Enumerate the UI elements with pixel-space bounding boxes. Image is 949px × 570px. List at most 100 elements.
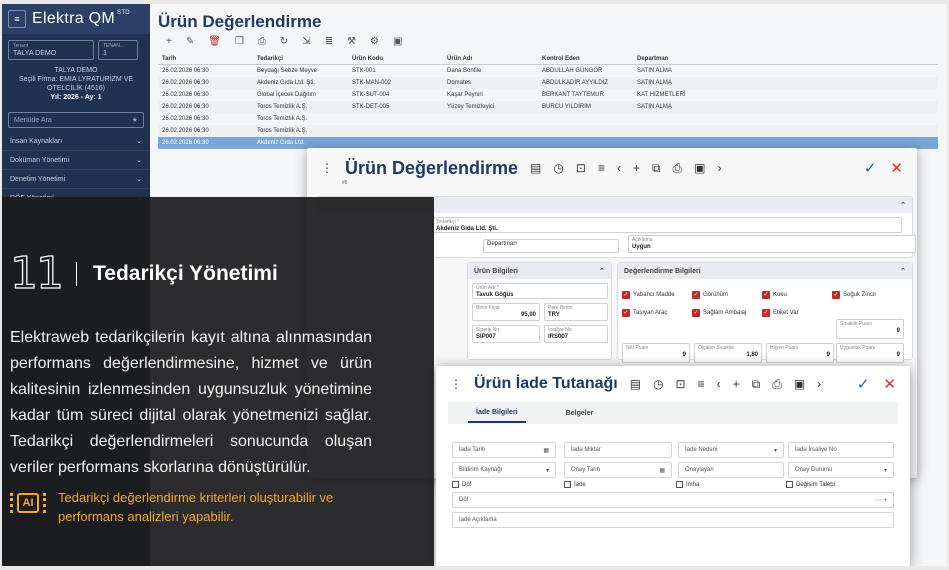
brand-logo: Elektra QM STD — [32, 10, 130, 27]
save-icon[interactable]: ▤ — [530, 161, 541, 175]
waybill-no-field[interactable]: İrsaliye No IRS007 — [544, 325, 608, 343]
tab-documents[interactable]: Belgeler — [566, 410, 594, 417]
history-icon[interactable]: ◷ — [653, 377, 663, 391]
tab-return-info[interactable]: İade Bilgileri — [468, 404, 526, 423]
save-disk-icon[interactable]: ▣ — [694, 161, 705, 175]
criteria-checkbox[interactable]: ✓ Etiket Var — [762, 309, 828, 317]
chevron-up-icon[interactable]: ⌃ — [900, 201, 906, 209]
save-disk-icon[interactable]: ▣ — [794, 377, 805, 391]
menu-icon[interactable]: ≡ — [598, 161, 605, 175]
notification-source-select[interactable]: Bildirim Kaynağı ▾ — [452, 462, 556, 478]
department-field[interactable]: Departman — [483, 239, 619, 253]
menu-toggle-icon[interactable]: ≡ — [8, 10, 26, 28]
criteria-checkbox[interactable]: ✓ Taşıyan Araç — [622, 309, 688, 317]
table-cell: Beydağı Sebze Meyve — [257, 68, 318, 74]
score-field[interactable]: Uygunluk Puanı 9 — [836, 343, 904, 363]
criteria-checkbox[interactable]: ✓ Sağlam Ambalaj — [692, 309, 758, 317]
expand-icon[interactable]: ⋯ + — [876, 497, 887, 504]
calendar-icon[interactable]: ▦ — [659, 467, 665, 474]
return-reason-select[interactable]: İade Nedeni ▾ — [678, 442, 784, 458]
refresh-icon[interactable]: ↻ — [280, 36, 288, 47]
menu-icon[interactable]: ≡ — [698, 377, 705, 391]
criteria-checkbox[interactable]: ✓ Yabancı Madde — [622, 291, 688, 299]
destroy-checkbox[interactable]: İmha — [676, 481, 699, 488]
delete-icon[interactable]: 🗑 — [208, 36, 221, 47]
score-field[interactable]: Ölçülen Sıcaklık 1,80 — [694, 343, 762, 363]
confirm-icon[interactable]: ✓ — [864, 159, 877, 177]
criteria-checkbox[interactable]: ✓ Koku — [762, 291, 828, 299]
lock-icon[interactable]: ⊡ — [676, 377, 686, 391]
copy-icon[interactable]: ⧉ — [752, 377, 761, 392]
add-icon[interactable]: + — [166, 36, 172, 47]
lock-icon[interactable]: ⊡ — [576, 161, 586, 175]
score-field[interactable]: Hijyen Puanı 9 — [766, 343, 834, 363]
edit-icon[interactable]: ✎ — [186, 36, 194, 47]
table-row[interactable]: 26.02.2026 06:30 Toros Temizlik A.Ş. STK-D… — [158, 101, 938, 113]
currency-field[interactable]: Para Birimi TRY — [544, 303, 608, 321]
dialog-header: ⋮ Ürün İade Tutanağı ▤ ◷ ⊡ ≡ ‹ + ⧉ ⎙ ▣ ›… — [436, 366, 910, 402]
sidebar-item-hr[interactable]: İnsan Kaynakları ⌄ — [2, 132, 150, 151]
export-icon[interactable]: ⇲ — [302, 36, 310, 47]
add-icon[interactable]: + — [633, 161, 640, 175]
prev-icon[interactable]: ‹ — [617, 161, 621, 175]
copy-icon[interactable]: ❐ — [235, 36, 244, 47]
table-row[interactable]: 26.02.2026 06:30 Toros Temizlik A.Ş. — [158, 125, 938, 137]
drag-handle-icon[interactable]: ⋮ — [450, 377, 462, 391]
return-waybill-field[interactable]: İade İrsaliye No — [788, 442, 894, 458]
print-icon[interactable]: ⎙ — [258, 36, 266, 47]
tenant-id-field[interactable]: TENAN... 1 — [98, 40, 138, 60]
approval-status-select[interactable]: Onay Durumu ▾ — [788, 462, 894, 478]
return-quantity-field[interactable]: İade Miktar — [564, 442, 672, 458]
save-icon[interactable]: ▤ — [630, 377, 641, 391]
dof-checkbox[interactable]: Döf — [452, 481, 471, 488]
score-field[interactable]: Sıcaklık Puanı 9 — [836, 319, 904, 339]
close-icon[interactable]: ✕ — [883, 375, 896, 393]
table-row[interactable]: 26.02.2026 06:30 Akdeniz Gıda Ltd. Şti. ST… — [158, 77, 938, 89]
score-field[interactable]: SKt Puanı 9 — [622, 343, 690, 363]
dof-field[interactable]: Döf ⋯ + — [452, 492, 894, 508]
menu-search-input[interactable]: Menüde Ara ★ — [8, 112, 144, 128]
list-icon[interactable]: ≣ — [325, 36, 333, 47]
return-date-field[interactable]: İade Tarih ▦ — [452, 442, 556, 458]
settings-icon[interactable]: ⚙ — [370, 36, 379, 47]
save-icon[interactable]: ▣ — [393, 36, 402, 47]
criteria-checkbox[interactable]: ✓ Görünüm — [692, 291, 758, 299]
exchange-request-checkbox[interactable]: Değişim Talebi — [786, 481, 835, 488]
chevron-up-icon[interactable]: ⌃ — [599, 267, 605, 275]
star-icon[interactable]: ★ — [132, 116, 138, 124]
table-row[interactable]: 26.02.2026 06:30 Toros Temizlik A.Ş. — [158, 113, 938, 125]
description-field[interactable]: Açıklama Uygun — [628, 235, 916, 253]
supplier-field[interactable]: Tedarikçi * Akdeniz Gıda Ltd. Şti. — [432, 217, 902, 233]
drag-handle-icon[interactable]: ⋮ — [321, 161, 333, 175]
print-icon[interactable]: ⎙ — [772, 377, 782, 392]
tools-icon[interactable]: ⚒ — [347, 36, 356, 47]
return-checkbox[interactable]: İade — [564, 481, 586, 488]
add-icon[interactable]: + — [733, 377, 740, 391]
prev-icon[interactable]: ‹ — [717, 377, 721, 391]
close-icon[interactable]: ✕ — [890, 159, 903, 177]
chevron-up-icon[interactable]: ⌃ — [900, 267, 906, 275]
divider — [76, 262, 77, 286]
calendar-icon[interactable]: ▦ — [543, 447, 549, 454]
sidebar-item-audit[interactable]: Denetim Yönetimi ⌄ — [2, 170, 150, 189]
table-row[interactable]: 26.02.2026 06:30 Global İçecek Dağıtım STK… — [158, 89, 938, 101]
dropdown-icon: ▾ — [545, 467, 549, 474]
sidebar-item-documents[interactable]: Doküman Yönetimi ⌄ — [2, 151, 150, 170]
table-cell: 26.02.2026 06:30 — [162, 140, 209, 146]
criteria-checkbox[interactable]: ✓ Soğuk Zincir — [832, 291, 898, 299]
confirm-icon[interactable]: ✓ — [857, 375, 870, 393]
product-name-field[interactable]: Ürün Adı * Tavuk Göğüs — [472, 283, 608, 299]
history-icon[interactable]: ◷ — [553, 161, 563, 175]
next-icon[interactable]: › — [718, 161, 722, 175]
copy-icon[interactable]: ⧉ — [652, 161, 661, 176]
approver-field[interactable]: Onaylayan — [678, 462, 784, 478]
next-icon[interactable]: › — [817, 377, 821, 391]
approval-date-field[interactable]: Onay Tarih ▦ — [564, 462, 672, 478]
return-description-field[interactable]: İade Açıklama — [452, 512, 894, 528]
print-icon[interactable]: ⎙ — [673, 161, 683, 176]
unit-price-field[interactable]: Birim Fiyat 95,00 — [472, 303, 540, 321]
order-no-field[interactable]: Sipariş No SIP007 — [472, 325, 540, 343]
tenant-select[interactable]: Tenant TALYA DEMO — [8, 40, 94, 60]
table-row[interactable]: 26.02.2026 06:30 Beydağı Sebze Meyve STK-0… — [158, 65, 938, 77]
record-id: #8 — [342, 180, 348, 186]
